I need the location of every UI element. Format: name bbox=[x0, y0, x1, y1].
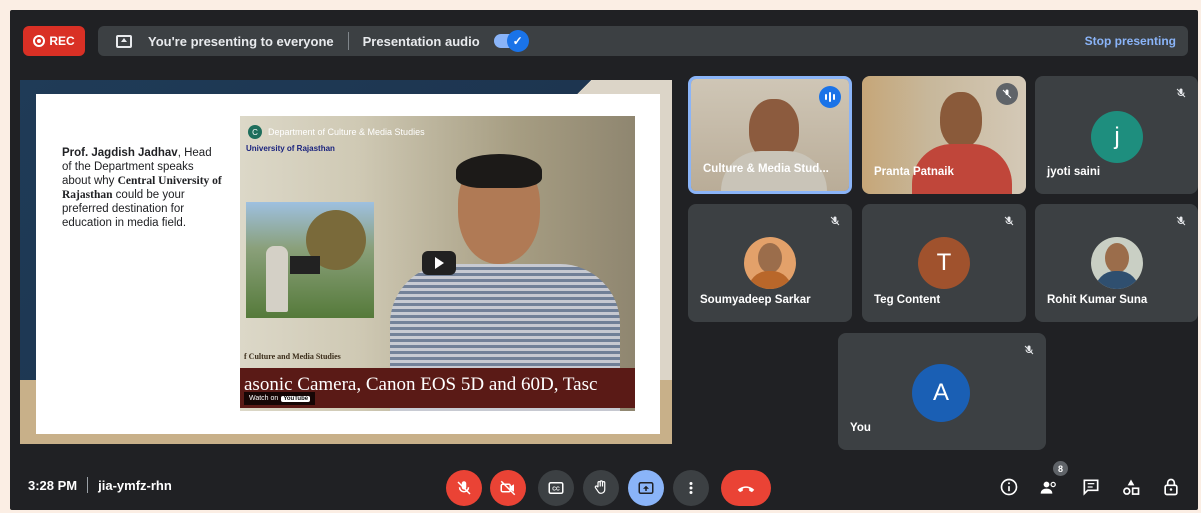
lock-person-icon bbox=[1164, 478, 1178, 496]
participant-tile[interactable]: Soumyadeep Sarkar bbox=[688, 204, 852, 322]
mic-off-icon bbox=[828, 214, 842, 228]
captions-button[interactable]: CC bbox=[538, 470, 574, 506]
slide-comma: , bbox=[177, 147, 181, 159]
youtube-video-embed[interactable]: C Department of Culture & Media Studies … bbox=[240, 116, 635, 411]
participant-tile-self[interactable]: A You bbox=[838, 333, 1046, 450]
camera-shape bbox=[290, 256, 320, 274]
speaking-indicator-icon bbox=[819, 86, 841, 108]
participant-tile[interactable]: T Teg Content bbox=[862, 204, 1026, 322]
people-button[interactable] bbox=[1038, 476, 1060, 498]
youtube-logo: YouTube bbox=[281, 395, 311, 402]
people-icon bbox=[1040, 481, 1056, 494]
participant-tile[interactable]: j jyoti saini bbox=[1035, 76, 1198, 194]
mic-off-icon bbox=[1022, 343, 1036, 357]
camera-toggle-button[interactable] bbox=[490, 470, 526, 506]
more-options-button[interactable] bbox=[673, 470, 709, 506]
call-end-icon bbox=[737, 486, 755, 493]
present-now-button[interactable] bbox=[628, 470, 664, 506]
hand-icon bbox=[594, 480, 606, 494]
avatar-face bbox=[1105, 243, 1129, 273]
chat-icon bbox=[1083, 479, 1099, 496]
mic-off-icon bbox=[1002, 214, 1016, 228]
cameraman-shape bbox=[266, 246, 288, 312]
participant-name: You bbox=[850, 422, 871, 434]
avatar: j bbox=[1091, 111, 1143, 163]
present-screen-icon bbox=[116, 34, 132, 48]
info-icon bbox=[1000, 478, 1018, 496]
participant-head bbox=[940, 92, 982, 148]
avatar: T bbox=[918, 237, 970, 289]
more-vert-icon bbox=[689, 482, 693, 494]
avatar-body bbox=[748, 271, 792, 289]
stop-presenting-button[interactable]: Stop presenting bbox=[1085, 34, 1176, 48]
participant-tile[interactable]: Culture & Media Stud... bbox=[688, 76, 852, 194]
avatar bbox=[1091, 237, 1143, 289]
svg-text:CC: CC bbox=[552, 487, 560, 493]
video-title: Department of Culture & Media Studies bbox=[268, 127, 425, 137]
meeting-details-button[interactable] bbox=[998, 476, 1020, 498]
slide-name: Prof. Jagdish Jadhav bbox=[62, 147, 178, 159]
avatar bbox=[744, 237, 796, 289]
presentation-audio-label: Presentation audio bbox=[362, 33, 480, 49]
divider bbox=[87, 477, 89, 493]
channel-logo: C bbox=[248, 125, 262, 139]
leave-call-button[interactable] bbox=[721, 470, 771, 506]
check-icon: ✓ bbox=[506, 30, 529, 52]
divider bbox=[347, 32, 349, 50]
avatar-face bbox=[758, 243, 782, 273]
presentation-slide: Prof. Jagdish Jadhav, Head of the Depart… bbox=[36, 94, 660, 434]
participant-name: Pranta Patnaik bbox=[874, 166, 954, 178]
participant-name: Teg Content bbox=[874, 294, 941, 306]
video-university-label: University of Rajasthan bbox=[246, 144, 335, 153]
recording-badge: REC bbox=[23, 26, 85, 56]
top-bar: REC You're presenting to everyone Presen… bbox=[10, 10, 1198, 74]
host-controls-button[interactable] bbox=[1160, 476, 1182, 498]
mic-toggle-button[interactable] bbox=[446, 470, 482, 506]
avatar: A bbox=[912, 364, 970, 422]
presentation-stage: Prof. Jagdish Jadhav, Head of the Depart… bbox=[20, 80, 672, 444]
rec-label: REC bbox=[49, 34, 75, 48]
chat-button[interactable] bbox=[1080, 476, 1102, 498]
camera-off-icon bbox=[500, 480, 516, 496]
watch-on-youtube-button[interactable]: Watch on YouTube bbox=[244, 392, 316, 405]
people-count-badge: 8 bbox=[1053, 461, 1068, 476]
meeting-time: 3:28 PM bbox=[28, 477, 78, 493]
meeting-code[interactable]: jia-ymfz-rhn bbox=[98, 478, 172, 493]
avatar-body bbox=[1095, 271, 1139, 289]
presenting-text: You're presenting to everyone bbox=[148, 33, 334, 49]
presenting-banner: You're presenting to everyone Presentati… bbox=[98, 26, 1188, 56]
participant-name: jyoti saini bbox=[1047, 166, 1101, 178]
shapes-icon bbox=[1123, 479, 1140, 495]
activities-button[interactable] bbox=[1120, 476, 1142, 498]
participant-tile[interactable]: Rohit Kumar Suna bbox=[1035, 204, 1198, 322]
speaker-hair bbox=[456, 154, 542, 188]
mic-off-icon bbox=[996, 83, 1018, 105]
video-caption-small: f Culture and Media Studies bbox=[244, 352, 341, 361]
mic-off-icon bbox=[1174, 86, 1188, 100]
mic-off-icon bbox=[1174, 214, 1188, 228]
record-icon bbox=[33, 35, 46, 47]
slide-text: Prof. Jagdish Jadhav, Head of the Depart… bbox=[62, 146, 222, 230]
participant-tile[interactable]: Pranta Patnaik bbox=[862, 76, 1026, 194]
closed-captions-icon: CC bbox=[548, 482, 564, 494]
meeting-info: 3:28 PM jia-ymfz-rhn bbox=[28, 477, 172, 493]
camera-photo bbox=[246, 202, 374, 318]
participant-name: Soumyadeep Sarkar bbox=[700, 294, 811, 306]
participant-name: Rohit Kumar Suna bbox=[1047, 294, 1148, 306]
play-icon[interactable] bbox=[422, 251, 456, 275]
video-title-bar: C Department of Culture & Media Studies bbox=[248, 122, 627, 142]
watch-on-label: Watch on bbox=[249, 395, 279, 402]
mic-off-icon bbox=[457, 481, 471, 495]
meet-window: REC You're presenting to everyone Presen… bbox=[10, 10, 1198, 510]
bottom-bar: 3:28 PM jia-ymfz-rhn CC 8 bbox=[10, 461, 1198, 510]
participant-name: Culture & Media Stud... bbox=[703, 163, 829, 175]
present-screen-icon bbox=[638, 482, 654, 494]
raise-hand-button[interactable] bbox=[583, 470, 619, 506]
presentation-audio-toggle[interactable]: ✓ bbox=[493, 30, 529, 52]
